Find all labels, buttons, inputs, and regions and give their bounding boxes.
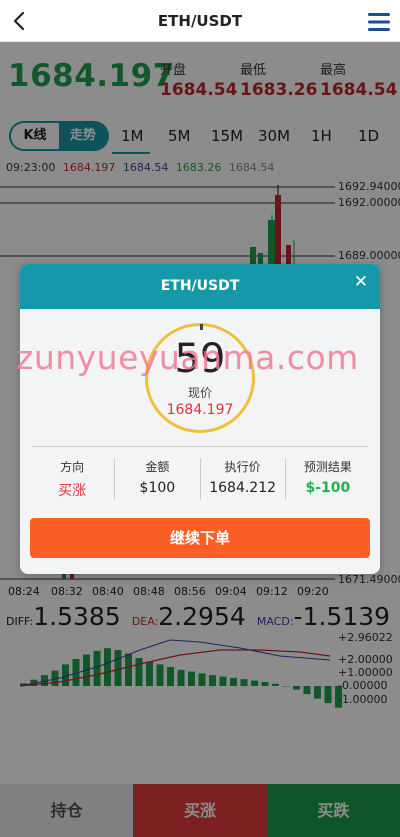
info-value: 1684.212 bbox=[209, 480, 277, 496]
info-prediction-result: 预测结果 $-100 bbox=[284, 458, 370, 500]
info-value: 买涨 bbox=[58, 483, 87, 499]
continue-order-button[interactable]: 继续下单 bbox=[30, 518, 370, 558]
info-label: 金额 bbox=[145, 460, 170, 474]
info-label: 预测结果 bbox=[303, 460, 352, 474]
modal-header: ETH/USDT ✕ bbox=[20, 264, 380, 309]
info-label: 方向 bbox=[60, 460, 85, 474]
info-amount: 金额 $100 bbox=[114, 458, 199, 500]
watermark: zunyueyuanma.com bbox=[16, 338, 359, 377]
modal-title: ETH/USDT bbox=[160, 278, 240, 294]
ring-tick bbox=[200, 324, 203, 330]
current-price-value: 1684.197 bbox=[166, 402, 234, 418]
info-direction: 方向 买涨 bbox=[30, 458, 114, 500]
info-exec-price: 执行价 1684.212 bbox=[199, 458, 285, 500]
info-value: $-100 bbox=[305, 480, 351, 496]
menu-icon[interactable] bbox=[368, 12, 390, 32]
close-icon[interactable]: ✕ bbox=[354, 272, 368, 292]
info-label: 执行价 bbox=[224, 460, 261, 474]
info-value: $100 bbox=[139, 480, 176, 496]
current-price-label: 现价 bbox=[187, 386, 212, 400]
modal-divider bbox=[32, 446, 368, 447]
top-header: ETH/USDT bbox=[0, 0, 400, 42]
order-info-row: 方向 买涨 金额 $100 执行价 1684.212 预测结果 $-100 bbox=[30, 458, 370, 500]
page-title: ETH/USDT bbox=[157, 12, 243, 30]
order-result-modal: ETH/USDT ✕ 59 现价 1684.197 方向 买涨 金额 $100 … bbox=[20, 264, 380, 574]
